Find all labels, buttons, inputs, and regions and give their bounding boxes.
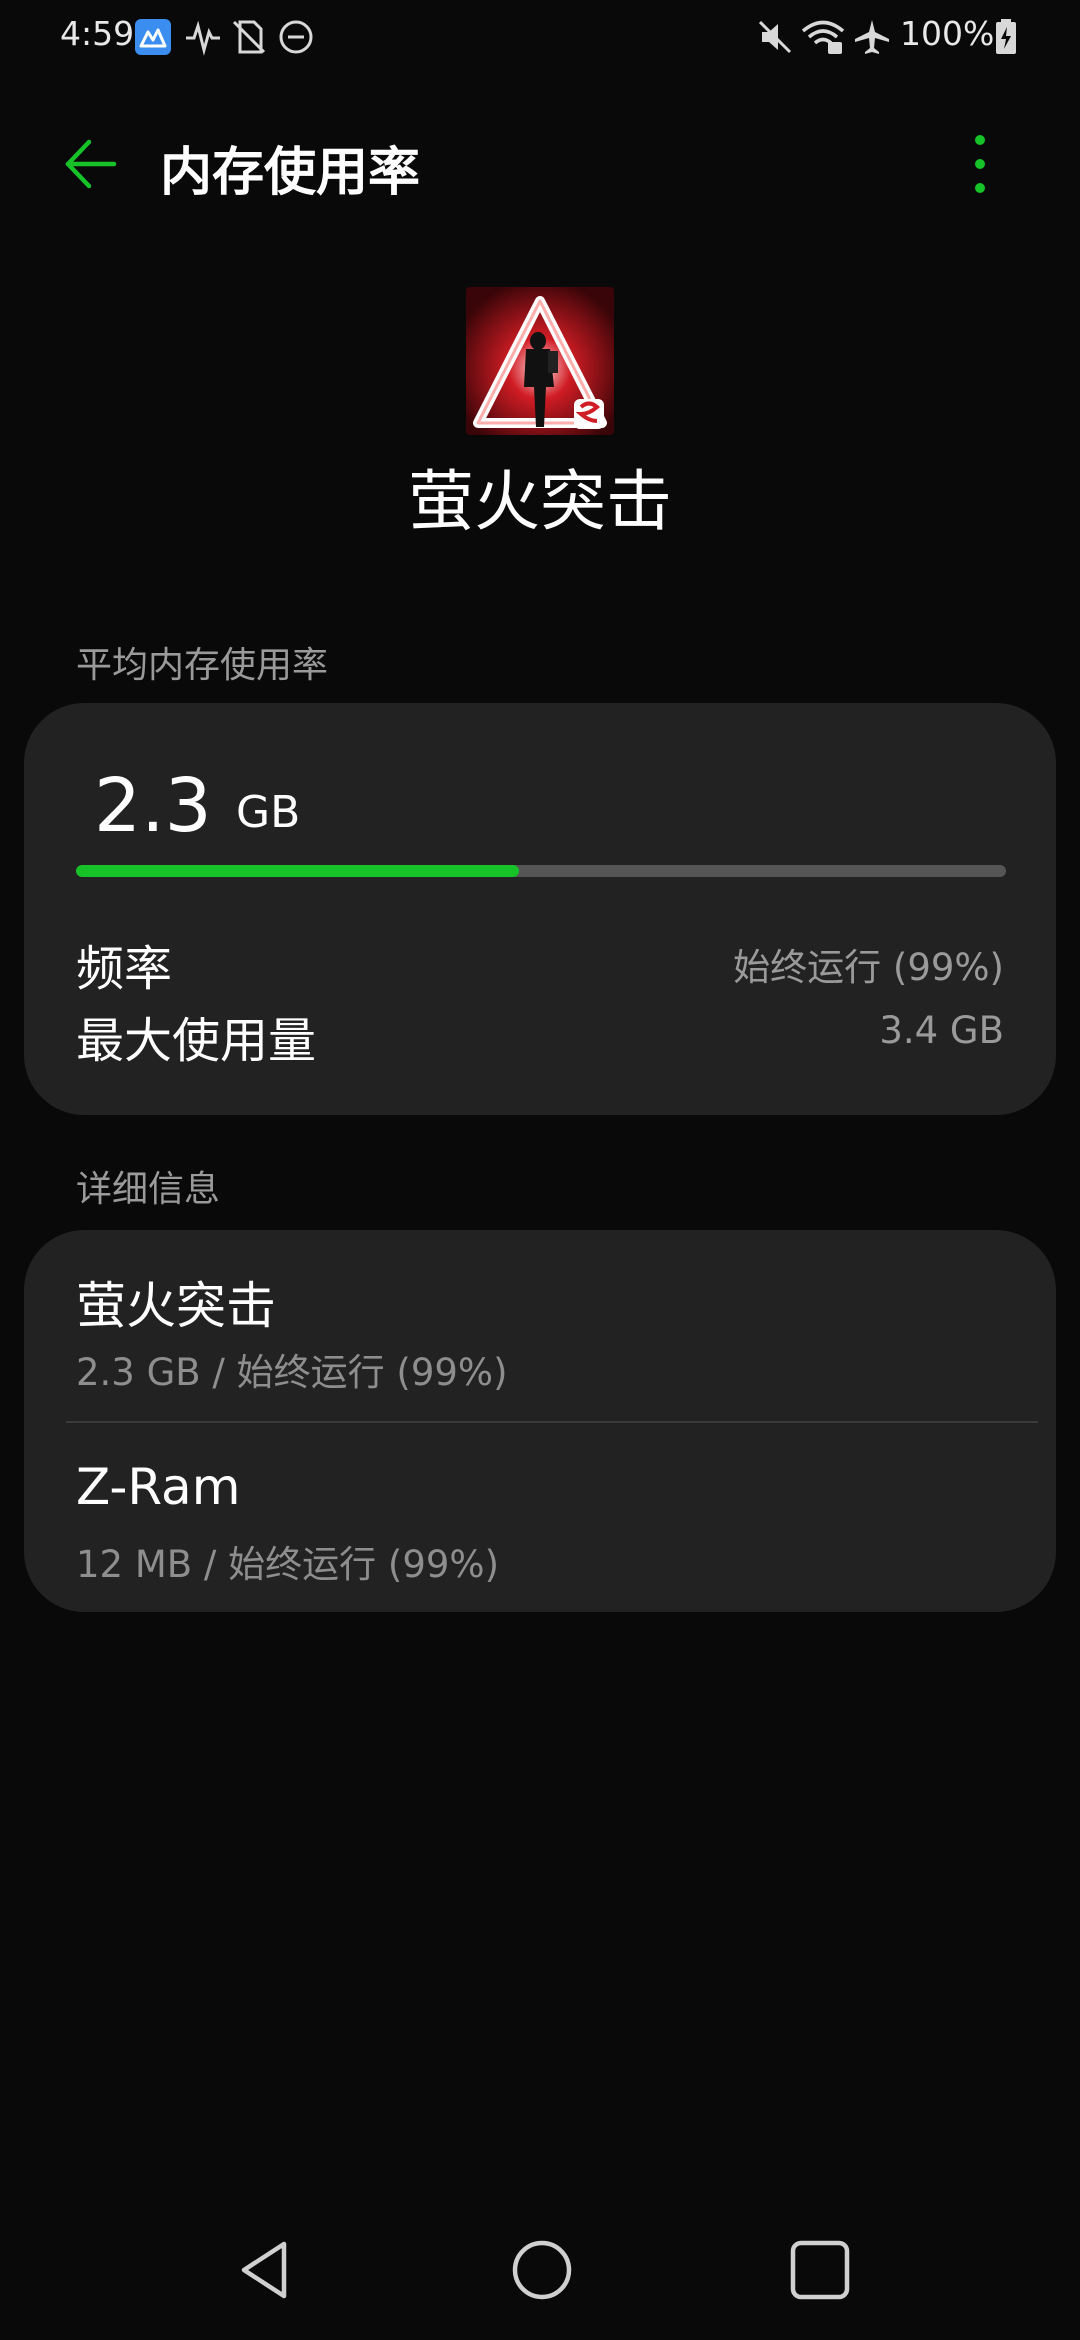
- more-options-button[interactable]: [940, 124, 1020, 204]
- back-button[interactable]: [50, 124, 130, 204]
- airplane-mode-icon: [853, 18, 891, 56]
- recents-square-icon: [790, 2240, 850, 2300]
- usage-progress-fill: [76, 865, 519, 877]
- usage-unit: GB: [236, 787, 301, 838]
- nav-recents-button[interactable]: [770, 2220, 870, 2320]
- average-usage-card: 2.3 GB 频率 始终运行 (99%) 最大使用量 3.4 GB: [24, 703, 1056, 1115]
- list-item-title: Z-Ram: [76, 1458, 241, 1516]
- list-item-title: 萤火突击: [76, 1277, 276, 1335]
- average-section-label: 平均内存使用率: [76, 645, 329, 686]
- max-usage-label: 最大使用量: [76, 1013, 317, 1069]
- mute-icon: [756, 18, 794, 56]
- page-title: 内存使用率: [160, 143, 421, 203]
- list-item-subtitle: 12 MB / 始终运行 (99%): [76, 1543, 500, 1586]
- wifi-icon: [800, 18, 846, 56]
- app-notification-icon: [134, 18, 172, 56]
- frequency-value: 始终运行 (99%): [733, 946, 1004, 989]
- home-circle-icon: [512, 2240, 572, 2300]
- nav-home-button[interactable]: [492, 2220, 592, 2320]
- nav-back-button[interactable]: [216, 2220, 316, 2320]
- frequency-label: 频率: [76, 941, 173, 997]
- navigation-bar: [0, 2220, 1080, 2320]
- do-not-disturb-icon: [277, 18, 315, 56]
- app-bar: 内存使用率: [0, 110, 1080, 214]
- no-sim-icon: [230, 18, 268, 56]
- activity-icon: [184, 18, 222, 56]
- details-card: 萤火突击 2.3 GB / 始终运行 (99%) Z-Ram 12 MB / 始…: [24, 1230, 1056, 1612]
- status-time: 4:59: [60, 14, 135, 53]
- arrow-left-icon: [65, 139, 117, 189]
- battery-charging-icon: [994, 18, 1018, 56]
- list-item[interactable]: Z-Ram 12 MB / 始终运行 (99%): [24, 1422, 1056, 1612]
- status-bar: 4:59 100%: [0, 0, 1080, 74]
- details-section-label: 详细信息: [76, 1169, 221, 1210]
- max-usage-value: 3.4 GB: [879, 1009, 1004, 1052]
- more-vertical-icon: [975, 135, 985, 193]
- app-icon: [466, 287, 614, 435]
- app-name: 萤火突击: [408, 463, 672, 540]
- battery-percentage: 100%: [900, 14, 995, 53]
- list-item-subtitle: 2.3 GB / 始终运行 (99%): [76, 1351, 508, 1394]
- usage-value: 2.3: [94, 763, 212, 849]
- back-triangle-icon: [241, 2241, 287, 2299]
- usage-progress-bar: [76, 865, 1006, 877]
- list-item[interactable]: 萤火突击 2.3 GB / 始终运行 (99%): [24, 1230, 1056, 1420]
